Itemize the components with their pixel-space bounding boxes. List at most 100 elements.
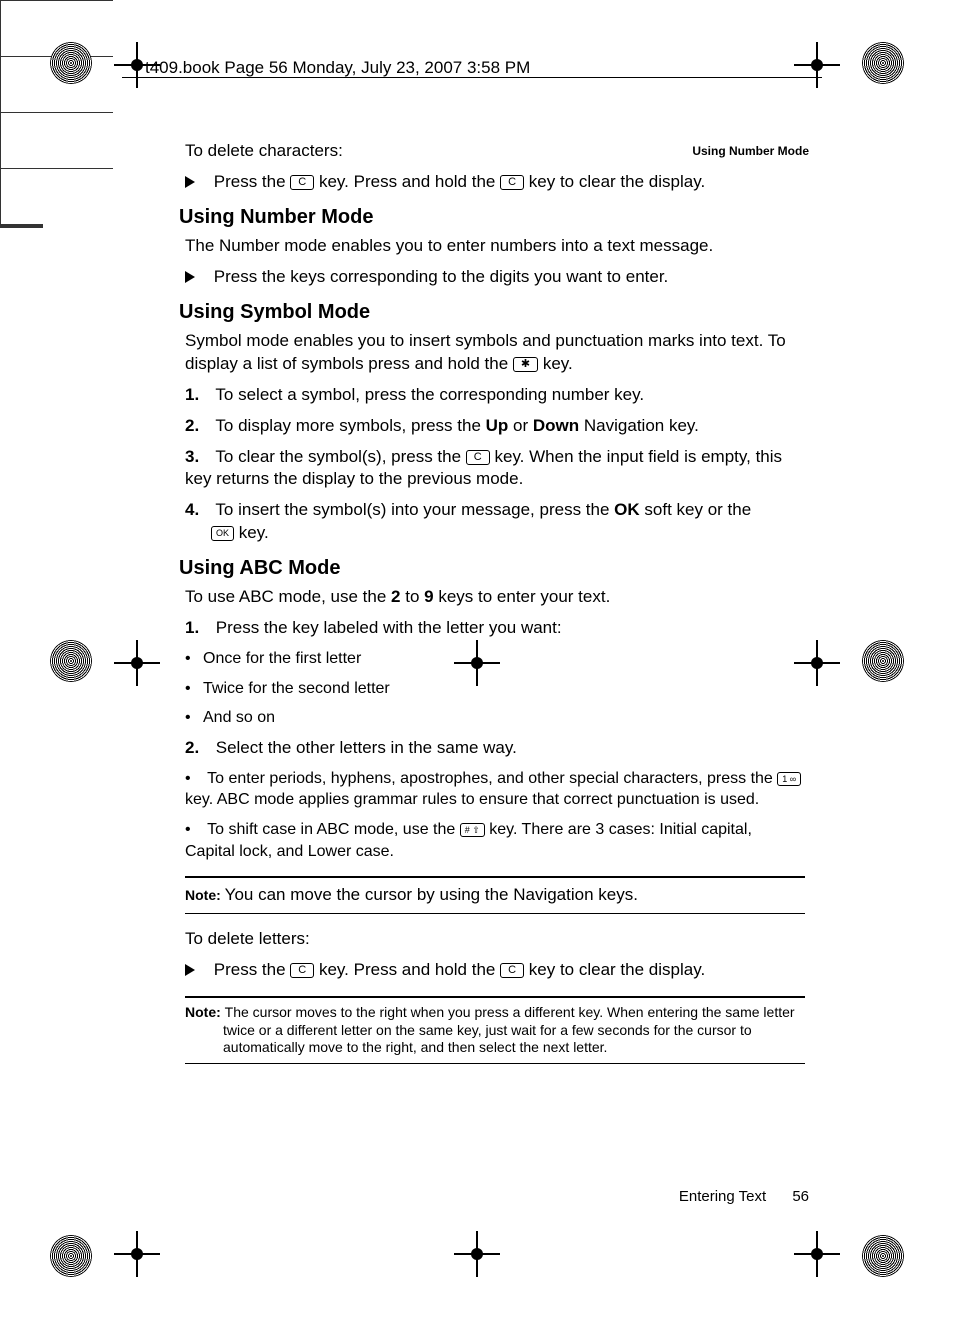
crop-mark	[0, 57, 1, 112]
text: Symbol mode enables you to insert symbol…	[185, 331, 786, 373]
text: To shift case in ABC mode, use the	[207, 821, 460, 838]
crop-mark	[0, 113, 1, 168]
text: To use ABC mode, use the 2 to 9 keys to …	[185, 586, 805, 609]
star-key-icon: ✱	[513, 357, 538, 372]
text: And so on	[203, 709, 275, 726]
text: Press the	[214, 960, 291, 979]
text: Press the keys corresponding to the digi…	[214, 267, 669, 286]
text: 2	[391, 587, 400, 606]
page-content: To delete characters: Press the C key. P…	[185, 138, 805, 1078]
rule	[185, 876, 805, 878]
note-label: Note:	[185, 1004, 225, 1020]
step-number: 3.	[185, 446, 211, 469]
crop-mark	[0, 112, 113, 113]
text: or	[513, 416, 533, 435]
text: To display more symbols, press the	[215, 416, 485, 435]
registration-mark	[802, 1239, 832, 1269]
text: 9	[424, 587, 433, 606]
step-number: 4.	[185, 499, 211, 522]
crop-mark	[0, 0, 113, 1]
registration-mark	[862, 640, 904, 682]
text: Press the	[214, 172, 291, 191]
c-key-icon: C	[500, 963, 524, 978]
registration-mark	[862, 1235, 904, 1277]
text: Up	[486, 416, 509, 435]
framemaker-header: t409.book Page 56 Monday, July 23, 2007 …	[145, 58, 530, 78]
list-item: 3. To clear the symbol(s), press the C k…	[185, 446, 805, 492]
text: to	[405, 587, 424, 606]
ok-key-icon: OK	[211, 526, 234, 541]
text: soft key or the	[644, 500, 751, 519]
sub-bullet: •Twice for the second letter	[185, 678, 805, 700]
hash-key-icon: # ⇧	[460, 823, 485, 837]
text: To use ABC mode, use the	[185, 587, 391, 606]
c-key-icon: C	[290, 175, 314, 190]
registration-mark	[802, 648, 832, 678]
text: To select a symbol, press the correspond…	[215, 385, 644, 404]
step-number: 2.	[185, 415, 211, 438]
text: To delete letters:	[185, 928, 805, 951]
text: Symbol mode enables you to insert symbol…	[185, 330, 805, 376]
text: Navigation key.	[584, 416, 699, 435]
text: key. ABC mode applies grammar rules to e…	[185, 791, 759, 808]
c-key-icon: C	[290, 963, 314, 978]
registration-mark	[50, 42, 92, 84]
text: key to clear the display.	[529, 960, 705, 979]
text: To delete characters:	[185, 140, 805, 163]
step-number: 1.	[185, 384, 211, 407]
sub-bullet: • To enter periods, hyphens, apostrophes…	[185, 768, 805, 811]
text: OK	[614, 500, 640, 519]
text: key.	[239, 523, 269, 542]
bullet-item: Press the C key. Press and hold the C ke…	[185, 171, 805, 194]
registration-mark	[50, 640, 92, 682]
text: Once for the first letter	[203, 650, 361, 667]
list-item: 4. To insert the symbol(s) into your mes…	[185, 499, 805, 545]
rule	[185, 996, 805, 998]
crop-mark	[0, 227, 43, 228]
text: Down	[533, 416, 579, 435]
sub-bullet: •Once for the first letter	[185, 648, 805, 670]
text: key to clear the display.	[529, 172, 705, 191]
text: Press the key labeled with the letter yo…	[216, 618, 562, 637]
bullet-arrow-icon	[185, 271, 195, 283]
registration-mark	[122, 1239, 152, 1269]
registration-mark	[122, 648, 152, 678]
text: Select the other letters in the same way…	[216, 738, 517, 757]
c-key-icon: C	[466, 450, 490, 465]
registration-mark	[802, 50, 832, 80]
page-footer: Entering Text 56	[679, 1188, 809, 1205]
list-item: 2. Select the other letters in the same …	[185, 737, 805, 760]
text: You can move the cursor by using the Nav…	[225, 885, 638, 904]
registration-mark	[462, 1239, 492, 1269]
bullet-item: Press the keys corresponding to the digi…	[185, 266, 805, 289]
step-number: 2.	[185, 737, 211, 760]
list-item: 1. Press the key labeled with the letter…	[185, 617, 805, 640]
text: key. Press and hold the	[319, 960, 500, 979]
text: key. Press and hold the	[319, 172, 500, 191]
footer-section: Entering Text	[679, 1188, 766, 1205]
text: key.	[543, 354, 573, 373]
page-number: 56	[792, 1188, 809, 1205]
text: To clear the symbol(s), press the	[215, 447, 465, 466]
rule	[185, 1063, 805, 1064]
section-heading: Using ABC Mode	[179, 555, 805, 582]
step-number: 1.	[185, 617, 211, 640]
crop-mark	[0, 169, 1, 224]
header-rule	[122, 77, 822, 78]
registration-mark	[50, 1235, 92, 1277]
bullet-arrow-icon	[185, 964, 195, 976]
crop-mark	[0, 168, 113, 169]
list-item: 2. To display more symbols, press the Up…	[185, 415, 805, 438]
sub-bullet: • To shift case in ABC mode, use the # ⇧…	[185, 819, 805, 862]
text: keys to enter your text.	[438, 587, 610, 606]
list-item: 1. To select a symbol, press the corresp…	[185, 384, 805, 407]
text: To enter periods, hyphens, apostrophes, …	[207, 770, 777, 787]
sub-bullet: •And so on	[185, 707, 805, 729]
note-label: Note:	[185, 887, 225, 903]
note: Note: The cursor moves to the right when…	[223, 1004, 805, 1057]
rule	[185, 913, 805, 914]
registration-mark	[862, 42, 904, 84]
crop-mark	[0, 1, 1, 56]
text: The Number mode enables you to enter num…	[185, 235, 805, 258]
note: Note: You can move the cursor by using t…	[185, 884, 805, 907]
